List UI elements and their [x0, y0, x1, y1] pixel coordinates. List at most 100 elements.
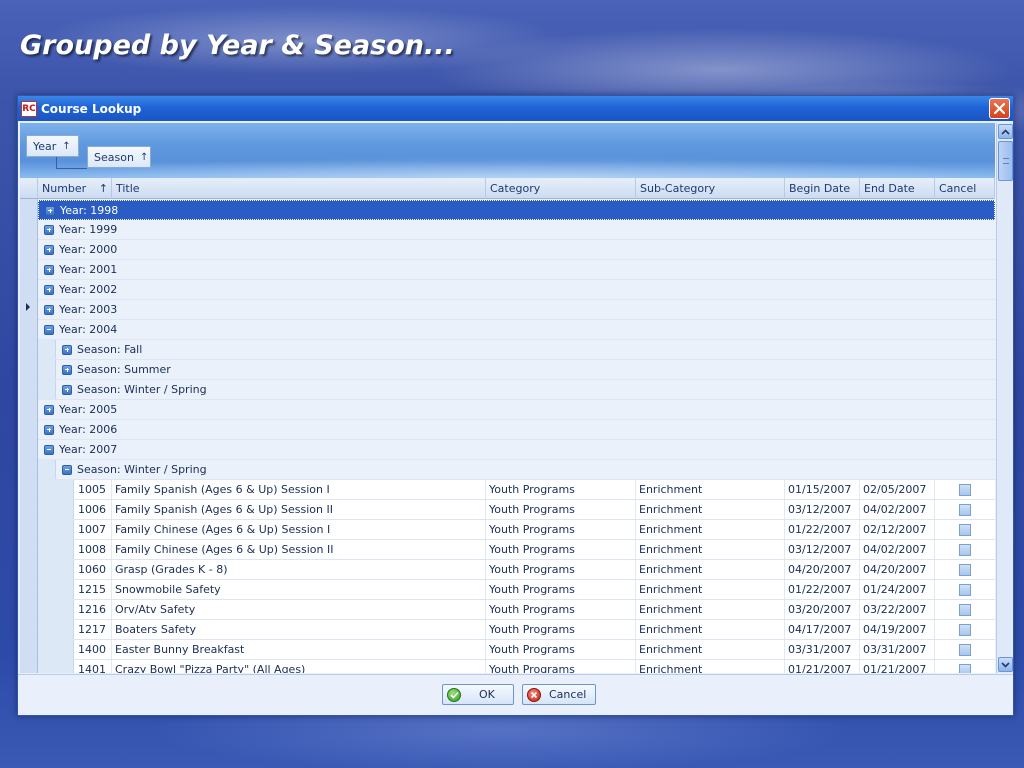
cancel-checkbox[interactable]	[959, 604, 971, 616]
cancel-checkbox[interactable]	[959, 524, 971, 536]
cancel-checkbox[interactable]	[959, 624, 971, 636]
group-by-panel[interactable]: Year ↑ Season ↑	[20, 123, 995, 178]
cancel-button-label: Cancel	[549, 688, 587, 701]
expand-icon[interactable]	[44, 224, 54, 235]
collapse-icon[interactable]	[62, 464, 72, 475]
window-titlebar[interactable]: RC Course Lookup	[18, 96, 1013, 121]
cancel-checkbox[interactable]	[959, 664, 971, 673]
group-row-season-fall[interactable]: Season: Fall	[38, 340, 995, 360]
grip-icon	[1003, 158, 1009, 164]
cancel-checkbox[interactable]	[959, 484, 971, 496]
expand-icon[interactable]	[44, 304, 54, 315]
cell-end-date: 03/31/2007	[860, 640, 935, 659]
indent-band	[38, 340, 56, 359]
group-chip-year[interactable]: Year ↑	[26, 135, 79, 157]
cell-title: Crazy Bowl "Pizza Party" (All Ages)	[112, 660, 486, 673]
column-header-category[interactable]: Category	[486, 178, 636, 199]
group-row-season-winter-spring[interactable]: Season: Winter / Spring	[38, 380, 995, 400]
table-row[interactable]: 1005 Family Spanish (Ages 6 & Up) Sessio…	[38, 480, 995, 500]
cell-number: 1060	[74, 560, 112, 579]
ok-button[interactable]: OK	[442, 684, 514, 705]
expand-icon[interactable]	[62, 364, 72, 375]
cell-category: Youth Programs	[486, 540, 636, 559]
indent-band	[38, 660, 74, 673]
column-header-title[interactable]: Title	[112, 178, 486, 199]
cell-title: Grasp (Grades K - 8)	[112, 560, 486, 579]
group-label: Year: 1999	[59, 223, 118, 236]
x-circle-icon	[527, 687, 541, 702]
expand-icon[interactable]	[44, 424, 54, 435]
column-header-end-date[interactable]: End Date	[860, 178, 935, 199]
cancel-checkbox[interactable]	[959, 584, 971, 596]
group-row-year-1999[interactable]: Year: 1999	[38, 220, 995, 240]
column-header-subcategory[interactable]: Sub-Category	[636, 178, 785, 199]
table-row[interactable]: 1006 Family Spanish (Ages 6 & Up) Sessio…	[38, 500, 995, 520]
cell-title: Snowmobile Safety	[112, 580, 486, 599]
cell-end-date: 01/24/2007	[860, 580, 935, 599]
cancel-button[interactable]: Cancel	[522, 684, 596, 705]
group-label: Season: Summer	[77, 363, 171, 376]
collapse-icon[interactable]	[44, 324, 54, 335]
cell-number: 1008	[74, 540, 112, 559]
column-header-cancel[interactable]: Cancel	[935, 178, 995, 199]
sort-ascending-icon: ↑	[139, 151, 149, 163]
cell-begin-date: 01/22/2007	[785, 580, 860, 599]
group-connector	[56, 157, 87, 169]
cancel-checkbox[interactable]	[959, 644, 971, 656]
indent-band	[38, 640, 74, 659]
column-header-begin-date[interactable]: Begin Date	[785, 178, 860, 199]
group-row-year-2001[interactable]: Year: 2001	[38, 260, 995, 280]
cancel-checkbox[interactable]	[959, 544, 971, 556]
cancel-checkbox[interactable]	[959, 564, 971, 576]
table-row[interactable]: 1007 Family Chinese (Ages 6 & Up) Sessio…	[38, 520, 995, 540]
expand-icon[interactable]	[45, 205, 55, 216]
close-button[interactable]	[989, 98, 1010, 119]
column-header-number[interactable]: Number ↑	[38, 178, 112, 199]
cell-category: Youth Programs	[486, 640, 636, 659]
group-row-year-1998[interactable]: Year: 1998	[38, 200, 995, 220]
sort-ascending-icon: ↑	[62, 140, 71, 152]
group-chip-season[interactable]: Season ↑	[87, 146, 151, 168]
window-title: Course Lookup	[41, 101, 142, 116]
group-row-year-2002[interactable]: Year: 2002	[38, 280, 995, 300]
group-row-year-2006[interactable]: Year: 2006	[38, 420, 995, 440]
expand-icon[interactable]	[44, 404, 54, 415]
cancel-checkbox[interactable]	[959, 504, 971, 516]
group-row-season-summer[interactable]: Season: Summer	[38, 360, 995, 380]
table-row[interactable]: 1401 Crazy Bowl "Pizza Party" (All Ages)…	[38, 660, 995, 673]
table-row[interactable]: 1400 Easter Bunny Breakfast Youth Progra…	[38, 640, 995, 660]
table-row[interactable]: 1215 Snowmobile Safety Youth Programs En…	[38, 580, 995, 600]
vertical-scrollbar[interactable]	[996, 123, 1013, 673]
group-row-year-2005[interactable]: Year: 2005	[38, 400, 995, 420]
table-row[interactable]: 1060 Grasp (Grades K - 8) Youth Programs…	[38, 560, 995, 580]
cell-subcategory: Enrichment	[636, 520, 785, 539]
cell-begin-date: 01/15/2007	[785, 480, 860, 499]
cell-begin-date: 04/20/2007	[785, 560, 860, 579]
expand-icon[interactable]	[44, 264, 54, 275]
expand-icon[interactable]	[62, 344, 72, 355]
cell-begin-date: 04/17/2007	[785, 620, 860, 639]
group-row-year-2003[interactable]: Year: 2003	[38, 300, 995, 320]
grid-header: Number ↑ Title Category Sub-Category Beg…	[20, 178, 995, 199]
group-row-season-winter-spring-2007[interactable]: Season: Winter / Spring	[38, 460, 995, 480]
expand-icon[interactable]	[44, 244, 54, 255]
group-row-year-2007[interactable]: Year: 2007	[38, 440, 995, 460]
group-row-year-2004[interactable]: Year: 2004	[38, 320, 995, 340]
column-header-label: Number	[42, 182, 87, 195]
scroll-thumb[interactable]	[998, 141, 1013, 181]
header-indicator-cell	[20, 178, 38, 199]
cell-end-date: 02/05/2007	[860, 480, 935, 499]
collapse-icon[interactable]	[44, 444, 54, 455]
group-label: Year: 2007	[59, 443, 118, 456]
ok-button-label: OK	[479, 688, 495, 701]
table-row[interactable]: 1008 Family Chinese (Ages 6 & Up) Sessio…	[38, 540, 995, 560]
scroll-down-button[interactable]	[998, 657, 1013, 672]
expand-icon[interactable]	[44, 284, 54, 295]
expand-icon[interactable]	[62, 384, 72, 395]
scroll-up-button[interactable]	[998, 124, 1013, 139]
table-row[interactable]: 1216 Orv/Atv Safety Youth Programs Enric…	[38, 600, 995, 620]
group-row-year-2000[interactable]: Year: 2000	[38, 240, 995, 260]
cell-title: Family Chinese (Ages 6 & Up) Session I	[112, 520, 486, 539]
cell-title: Easter Bunny Breakfast	[112, 640, 486, 659]
table-row[interactable]: 1217 Boaters Safety Youth Programs Enric…	[38, 620, 995, 640]
